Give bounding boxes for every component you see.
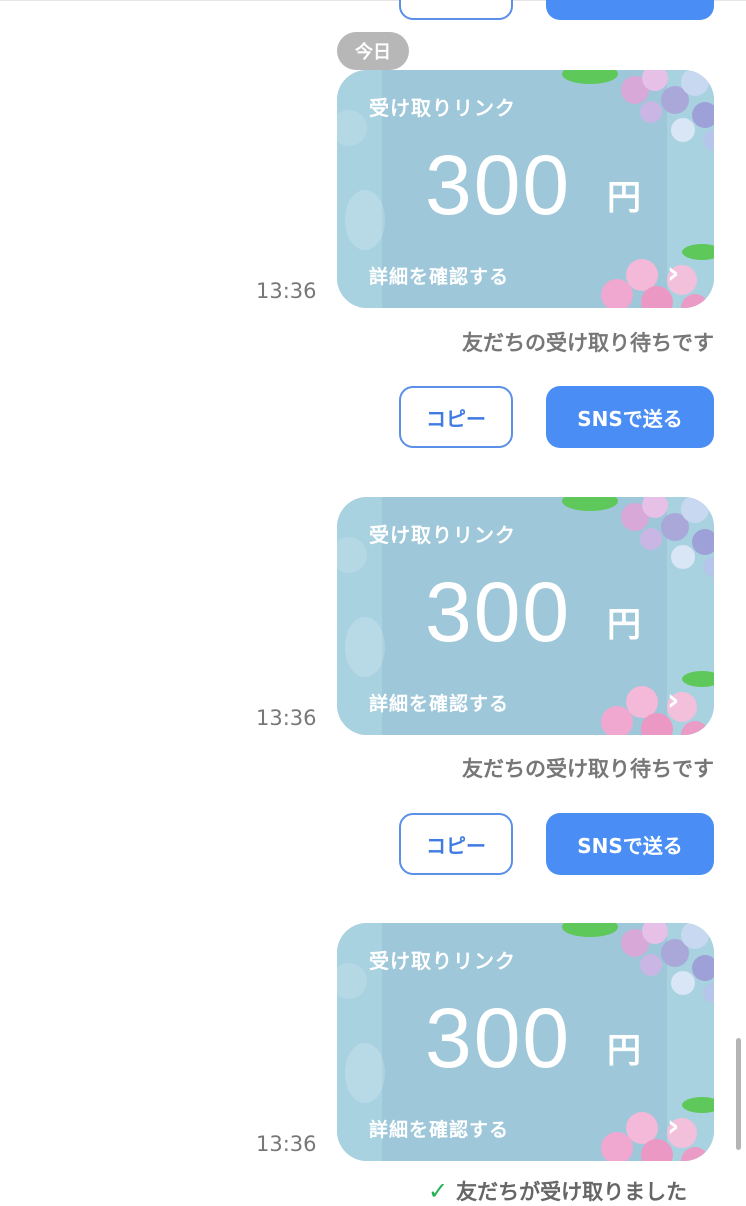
- hydrangea-top-icon: [562, 497, 714, 577]
- card-label: 受け取りリンク: [369, 949, 516, 973]
- card-currency: 円: [607, 178, 641, 218]
- card-status-received: ✓ 友だちが受け取りました: [428, 1176, 687, 1206]
- message-time: 13:36: [256, 706, 317, 730]
- hydrangea-top-icon: [562, 70, 714, 150]
- payment-link-card[interactable]: 受け取りリンク 300 円 詳細を確認する ›: [337, 497, 714, 735]
- checkmark-icon: ✓: [428, 1177, 449, 1205]
- chevron-right-icon: ›: [667, 256, 680, 291]
- hydrangea-top-icon: [562, 923, 714, 1003]
- hydrangea-bottom-icon: [601, 1097, 714, 1161]
- card-detail-link[interactable]: 詳細を確認する: [369, 1115, 509, 1142]
- card-texture: [345, 190, 385, 250]
- copy-button-top[interactable]: [399, 0, 513, 20]
- card-currency: 円: [607, 605, 641, 645]
- sns-send-button[interactable]: SNSで送る: [546, 386, 714, 448]
- copy-button[interactable]: コピー: [399, 813, 513, 875]
- card-amount: 300: [425, 991, 572, 1085]
- hydrangea-bottom-icon: [601, 244, 714, 308]
- scrollbar[interactable]: [736, 1038, 741, 1150]
- chevron-right-icon: ›: [667, 1109, 680, 1144]
- card-status: 友だちの受け取り待ちです: [462, 757, 714, 781]
- chevron-right-icon: ›: [667, 683, 680, 718]
- card-label: 受け取りリンク: [369, 523, 516, 547]
- message-time: 13:36: [256, 279, 317, 303]
- card-status: 友だちが受け取りました: [456, 1180, 688, 1204]
- hydrangea-bottom-icon: [601, 671, 714, 735]
- card-currency: 円: [607, 1031, 641, 1071]
- copy-button[interactable]: コピー: [399, 386, 513, 448]
- date-separator: 今日: [337, 32, 409, 70]
- card-detail-link[interactable]: 詳細を確認する: [369, 262, 509, 289]
- card-detail-link[interactable]: 詳細を確認する: [369, 689, 509, 716]
- payment-link-card[interactable]: 受け取りリンク 300 円 詳細を確認する ›: [337, 923, 714, 1161]
- card-status: 友だちの受け取り待ちです: [462, 331, 714, 355]
- card-texture: [345, 617, 385, 677]
- card-texture: [345, 1043, 385, 1103]
- message-time: 13:36: [256, 1132, 317, 1156]
- card-label: 受け取りリンク: [369, 96, 516, 120]
- sns-send-button-top[interactable]: [546, 0, 714, 20]
- payment-link-card[interactable]: 受け取りリンク 300 円 詳細を確認する ›: [337, 70, 714, 308]
- sns-send-button[interactable]: SNSで送る: [546, 813, 714, 875]
- card-amount: 300: [425, 138, 572, 232]
- card-amount: 300: [425, 565, 572, 659]
